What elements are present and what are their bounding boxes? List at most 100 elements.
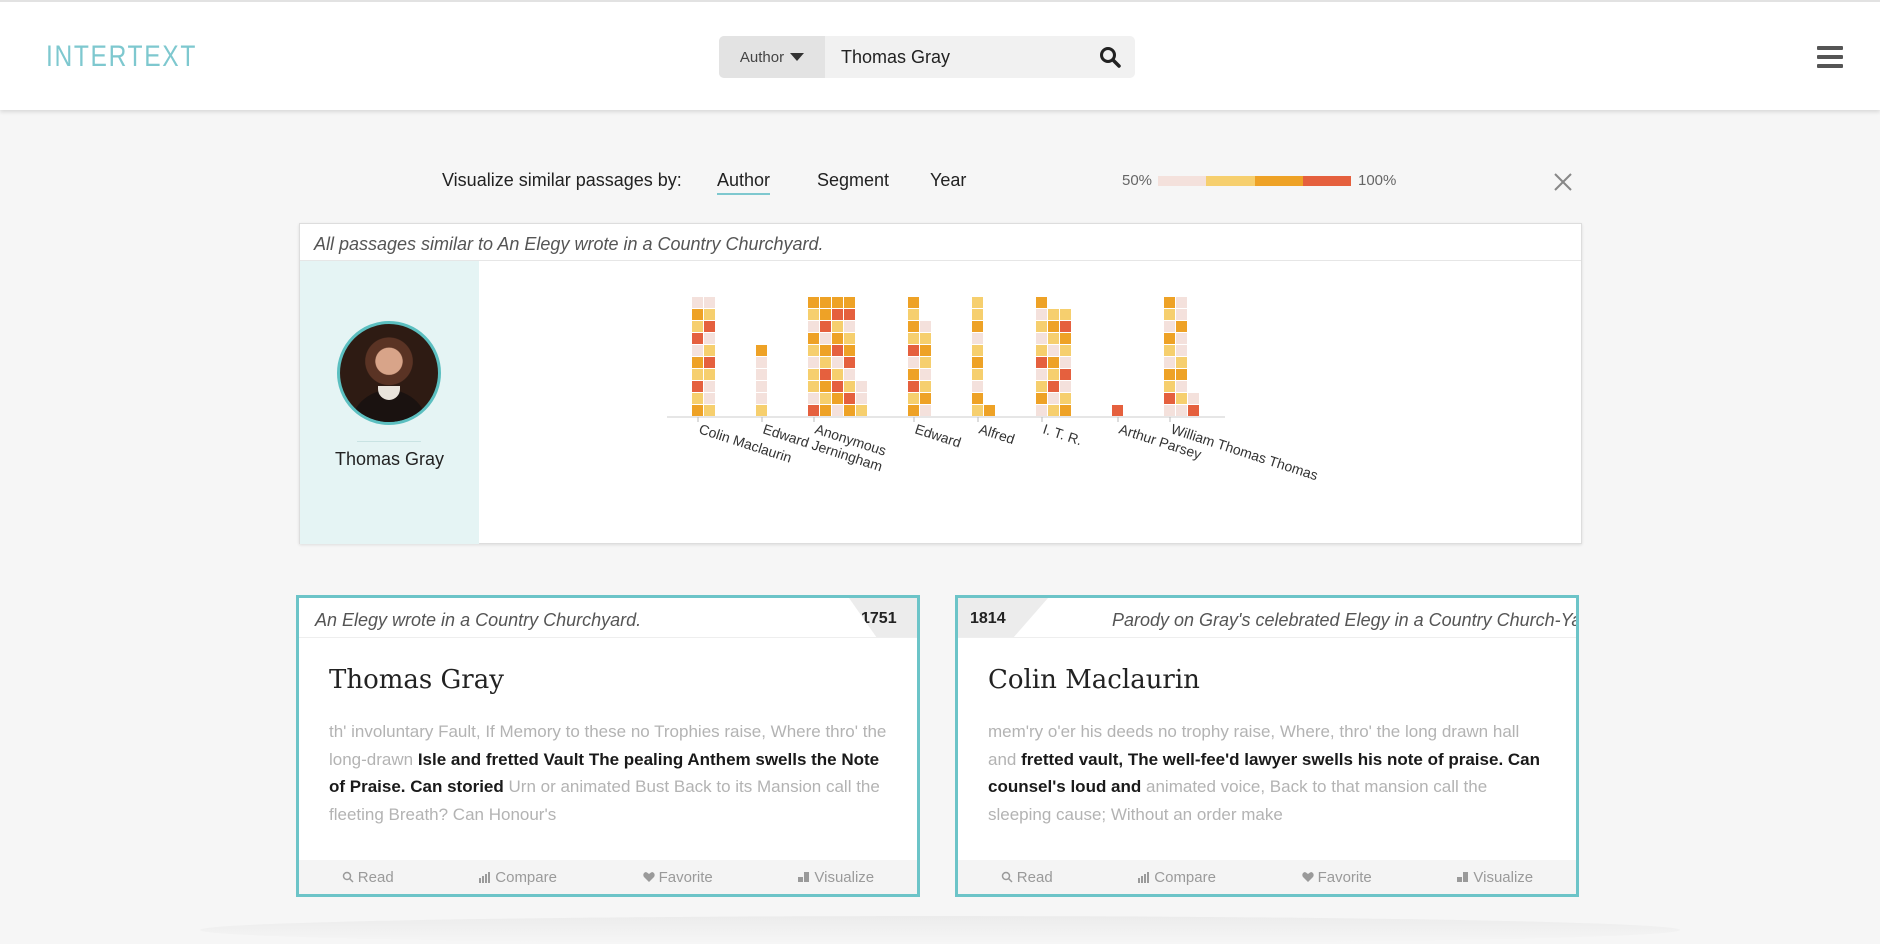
heatmap-cell[interactable]: [1036, 333, 1047, 344]
heatmap-cell[interactable]: [692, 357, 703, 368]
heatmap-cell[interactable]: [972, 393, 983, 404]
heatmap-cell[interactable]: [808, 405, 819, 416]
passage-card[interactable]: 1814 Parody on Gray's celebrated Elegy i…: [955, 595, 1579, 897]
heatmap-cell[interactable]: [908, 297, 919, 308]
heatmap-cell[interactable]: [856, 405, 867, 416]
heatmap-cell[interactable]: [1060, 405, 1071, 416]
tab-segment[interactable]: Segment: [817, 170, 889, 191]
heatmap-cell[interactable]: [1164, 393, 1175, 404]
heatmap-cell[interactable]: [920, 357, 931, 368]
heatmap-cell[interactable]: [1164, 405, 1175, 416]
heatmap-cell[interactable]: [692, 333, 703, 344]
heatmap-cell[interactable]: [1048, 357, 1059, 368]
heatmap-cell[interactable]: [692, 345, 703, 356]
heatmap-cell[interactable]: [972, 345, 983, 356]
heatmap-cell[interactable]: [1060, 321, 1071, 332]
heatmap-cell[interactable]: [692, 321, 703, 332]
heatmap-cell[interactable]: [1060, 369, 1071, 380]
heatmap-cell[interactable]: [1048, 345, 1059, 356]
heatmap-cell[interactable]: [832, 393, 843, 404]
heatmap-cell[interactable]: [820, 297, 831, 308]
heatmap-cell[interactable]: [908, 309, 919, 320]
heatmap-cell[interactable]: [1036, 369, 1047, 380]
heatmap-cell[interactable]: [820, 321, 831, 332]
heatmap-cell[interactable]: [820, 381, 831, 392]
heatmap-cell[interactable]: [808, 357, 819, 368]
search-input[interactable]: [825, 36, 1085, 78]
heatmap-cell[interactable]: [844, 309, 855, 320]
heatmap-cell[interactable]: [1048, 369, 1059, 380]
heatmap-cell[interactable]: [704, 309, 715, 320]
heatmap-cell[interactable]: [844, 405, 855, 416]
heatmap-cell[interactable]: [1060, 333, 1071, 344]
heatmap-cell[interactable]: [920, 321, 931, 332]
heatmap-cell[interactable]: [908, 369, 919, 380]
heatmap-cell[interactable]: [1188, 393, 1199, 404]
heatmap-cell[interactable]: [972, 333, 983, 344]
heatmap-cell[interactable]: [832, 357, 843, 368]
read-button[interactable]: Read: [342, 869, 394, 886]
heatmap-cell[interactable]: [692, 369, 703, 380]
heatmap-cell[interactable]: [844, 357, 855, 368]
heatmap-cell[interactable]: [832, 309, 843, 320]
heatmap-cell[interactable]: [1176, 405, 1187, 416]
heatmap-cell[interactable]: [1048, 393, 1059, 404]
heatmap-cell[interactable]: [692, 405, 703, 416]
compare-button[interactable]: Compare: [1138, 869, 1216, 886]
heatmap-cell[interactable]: [920, 369, 931, 380]
heatmap-cell[interactable]: [1164, 333, 1175, 344]
read-button[interactable]: Read: [1001, 869, 1053, 886]
heatmap-cell[interactable]: [856, 393, 867, 404]
heatmap-cell[interactable]: [844, 393, 855, 404]
heatmap-cell[interactable]: [808, 321, 819, 332]
heatmap-cell[interactable]: [1164, 381, 1175, 392]
heatmap-cell[interactable]: [972, 309, 983, 320]
heatmap-cell[interactable]: [832, 381, 843, 392]
heatmap-cell[interactable]: [1176, 321, 1187, 332]
heatmap-cell[interactable]: [856, 381, 867, 392]
compare-button[interactable]: Compare: [479, 869, 557, 886]
heatmap-cell[interactable]: [820, 357, 831, 368]
heatmap-cell[interactable]: [920, 393, 931, 404]
heatmap-cell[interactable]: [972, 321, 983, 332]
heatmap-cell[interactable]: [704, 345, 715, 356]
heatmap-cell[interactable]: [808, 309, 819, 320]
heatmap-cell[interactable]: [704, 333, 715, 344]
heatmap-cell[interactable]: [704, 369, 715, 380]
heatmap-cell[interactable]: [1048, 405, 1059, 416]
heatmap-cell[interactable]: [832, 345, 843, 356]
heatmap-cell[interactable]: [844, 321, 855, 332]
heatmap-cell[interactable]: [808, 333, 819, 344]
heatmap-cell[interactable]: [844, 345, 855, 356]
card-author[interactable]: Thomas Gray: [329, 665, 504, 695]
heatmap-cell[interactable]: [704, 405, 715, 416]
heatmap-cell[interactable]: [832, 405, 843, 416]
heatmap-cell[interactable]: [908, 381, 919, 392]
heatmap-cell[interactable]: [984, 405, 995, 416]
heatmap-cell[interactable]: [844, 369, 855, 380]
heatmap-cell[interactable]: [1048, 333, 1059, 344]
heatmap-cell[interactable]: [1036, 393, 1047, 404]
heatmap-cell[interactable]: [844, 381, 855, 392]
heatmap-cell[interactable]: [756, 381, 767, 392]
author-avatar[interactable]: [337, 321, 441, 425]
heatmap-cell[interactable]: [1036, 357, 1047, 368]
search-icon[interactable]: [1099, 46, 1121, 68]
heatmap-cell[interactable]: [1060, 393, 1071, 404]
heatmap-cell[interactable]: [1036, 297, 1047, 308]
passage-card[interactable]: An Elegy wrote in a Country Churchyard. …: [296, 595, 920, 897]
heatmap-cell[interactable]: [820, 309, 831, 320]
heatmap-cell[interactable]: [820, 369, 831, 380]
heatmap-cell[interactable]: [1048, 321, 1059, 332]
heatmap-cell[interactable]: [1176, 309, 1187, 320]
heatmap-cell[interactable]: [832, 369, 843, 380]
heatmap-cell[interactable]: [920, 333, 931, 344]
search-field-select[interactable]: Author: [719, 36, 825, 78]
heatmap-cell[interactable]: [1048, 309, 1059, 320]
heatmap-cell[interactable]: [820, 333, 831, 344]
heatmap-cell[interactable]: [704, 321, 715, 332]
heatmap-cell[interactable]: [1060, 309, 1071, 320]
heatmap-cell[interactable]: [808, 393, 819, 404]
heatmap-cell[interactable]: [820, 393, 831, 404]
heatmap-cell[interactable]: [1036, 309, 1047, 320]
